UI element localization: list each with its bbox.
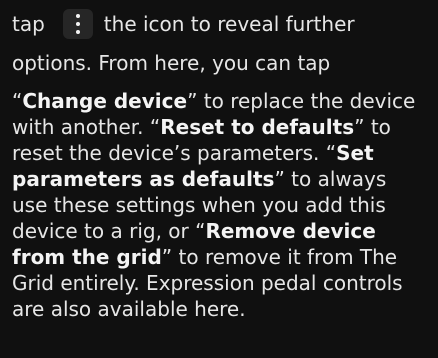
intro-tap-text: tap — [12, 12, 45, 36]
more-vertical-icon — [62, 9, 93, 39]
intro-line-2: options. From here, you can tap — [12, 51, 331, 75]
intro-line: tap the icon to reveal further — [12, 3, 428, 45]
help-text-page: tap the icon to reveal further options. … — [0, 0, 438, 358]
intro-after-icon-text: the icon to reveal further — [103, 12, 355, 36]
reset-to-defaults-term: Reset to defaults — [160, 115, 355, 139]
quote-text: “ — [12, 89, 23, 113]
options-paragraph: “Change device” to replace the device wi… — [12, 88, 428, 322]
change-device-term: Change device — [22, 89, 188, 113]
